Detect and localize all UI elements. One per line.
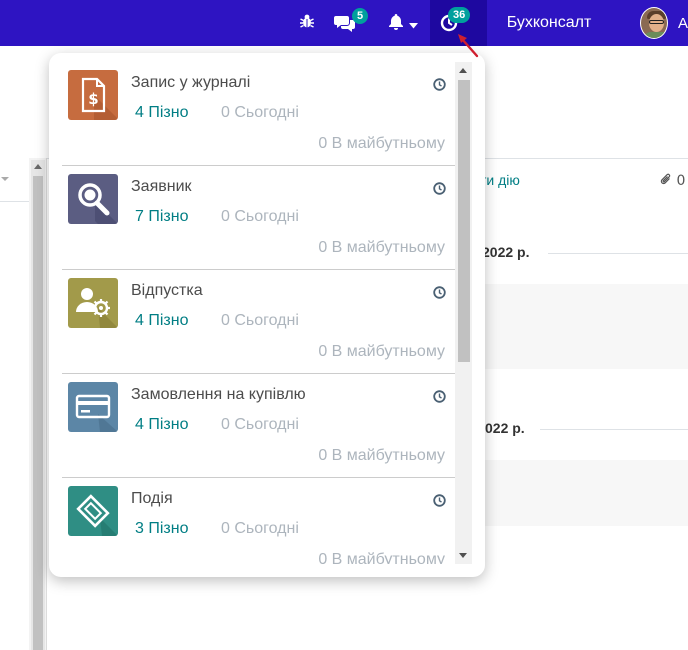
scroll-down-arrow[interactable] bbox=[459, 553, 467, 558]
clock-icon bbox=[433, 76, 446, 95]
clock-icon bbox=[433, 284, 446, 303]
caret-down-icon[interactable] bbox=[1, 177, 9, 181]
attachments-button[interactable]: 0 bbox=[660, 172, 685, 189]
popover-scrollbar[interactable] bbox=[455, 62, 472, 564]
avatar bbox=[640, 7, 668, 39]
top-navbar: 5 36 Бухконсалт A bbox=[0, 0, 688, 46]
message-row bbox=[470, 284, 688, 369]
activity-title: Відпустка bbox=[131, 282, 203, 299]
bell-icon bbox=[388, 13, 404, 34]
future-count-link[interactable]: 0 В майбутньому bbox=[318, 343, 445, 361]
date-separator: 2022 р. bbox=[482, 244, 530, 260]
left-panel-content bbox=[0, 158, 29, 650]
today-count-link[interactable]: 0 Сьогодні bbox=[221, 520, 299, 538]
today-count-link[interactable]: 0 Сьогодні bbox=[221, 104, 299, 122]
scrollbar-thumb[interactable] bbox=[33, 176, 43, 650]
messages-button[interactable]: 5 bbox=[334, 0, 370, 46]
debug-button[interactable] bbox=[296, 0, 318, 46]
message-row bbox=[470, 460, 688, 526]
search-icon bbox=[68, 174, 118, 224]
late-count-link[interactable]: 4 Пізно bbox=[135, 104, 188, 122]
activity-item-event[interactable]: Подія 3 Пізно 0 Сьогодні 0 В майбутньому bbox=[62, 478, 455, 564]
scrollbar-thumb[interactable] bbox=[458, 80, 470, 362]
activity-title: Заявник bbox=[131, 178, 192, 195]
late-count-link[interactable]: 4 Пізно bbox=[135, 312, 188, 330]
scroll-up-arrow[interactable] bbox=[34, 164, 42, 169]
company-name: Бухконсалт bbox=[506, 14, 592, 31]
clock-icon bbox=[433, 492, 446, 511]
paperclip-icon bbox=[660, 173, 676, 189]
activity-item-purchase-order[interactable]: Замовлення на купівлю 4 Пізно 0 Сьогодні… bbox=[62, 374, 455, 478]
company-switcher[interactable]: Бухконсалт bbox=[493, 0, 605, 46]
today-count-link[interactable]: 0 Сьогодні bbox=[221, 416, 299, 434]
chat-count-badge: 5 bbox=[352, 8, 369, 24]
notifications-button[interactable] bbox=[384, 0, 422, 46]
svg-text:$: $ bbox=[88, 90, 98, 108]
late-count-link[interactable]: 7 Пізно bbox=[135, 208, 188, 226]
ticket-icon bbox=[68, 486, 118, 536]
date-separator-line bbox=[548, 253, 688, 254]
activity-count-badge: 36 bbox=[448, 7, 471, 23]
scroll-up-arrow[interactable] bbox=[459, 68, 467, 73]
activity-title: Замовлення на купівлю bbox=[131, 386, 306, 403]
left-panel-divider bbox=[0, 201, 29, 202]
attachments-count: 0 bbox=[676, 173, 686, 189]
date-separator: 022 р. bbox=[485, 420, 525, 436]
future-count-link[interactable]: 0 В майбутньому bbox=[318, 551, 445, 564]
date-separator-line bbox=[540, 429, 688, 430]
future-count-link[interactable]: 0 В майбутньому bbox=[318, 447, 445, 465]
clock-icon bbox=[433, 180, 446, 199]
activity-item-applicant[interactable]: Заявник 7 Пізно 0 Сьогодні 0 В майбутньо… bbox=[62, 166, 455, 270]
bug-icon bbox=[299, 13, 315, 33]
activity-title: Подія bbox=[131, 490, 173, 507]
user-menu[interactable]: A bbox=[640, 0, 688, 46]
annotation-arrow bbox=[458, 34, 479, 58]
late-count-link[interactable]: 3 Пізно bbox=[135, 520, 188, 538]
schedule-activity-link[interactable]: ти дію bbox=[480, 172, 520, 188]
future-count-link[interactable]: 0 В майбутньому bbox=[318, 135, 445, 153]
clock-icon bbox=[433, 388, 446, 407]
invoice-icon: $ bbox=[68, 70, 118, 120]
user-gear-icon bbox=[68, 278, 118, 328]
activity-item-journal-entry[interactable]: $ Запис у журналі 4 Пізно 0 Сьогодні 0 В… bbox=[62, 62, 455, 166]
chevron-down-icon bbox=[409, 14, 418, 33]
left-scrollbar[interactable] bbox=[31, 160, 45, 650]
activity-title: Запис у журналі bbox=[131, 74, 251, 91]
today-count-link[interactable]: 0 Сьогодні bbox=[221, 312, 299, 330]
future-count-link[interactable]: 0 В майбутньому bbox=[318, 239, 445, 257]
user-name: A bbox=[677, 14, 688, 32]
activity-item-time-off[interactable]: Відпустка 4 Пізно 0 Сьогодні 0 В майбутн… bbox=[62, 270, 455, 374]
activity-list: $ Запис у журналі 4 Пізно 0 Сьогодні 0 В… bbox=[62, 62, 455, 564]
today-count-link[interactable]: 0 Сьогодні bbox=[221, 208, 299, 226]
late-count-link[interactable]: 4 Пізно bbox=[135, 416, 188, 434]
credit-card-icon bbox=[68, 382, 118, 432]
